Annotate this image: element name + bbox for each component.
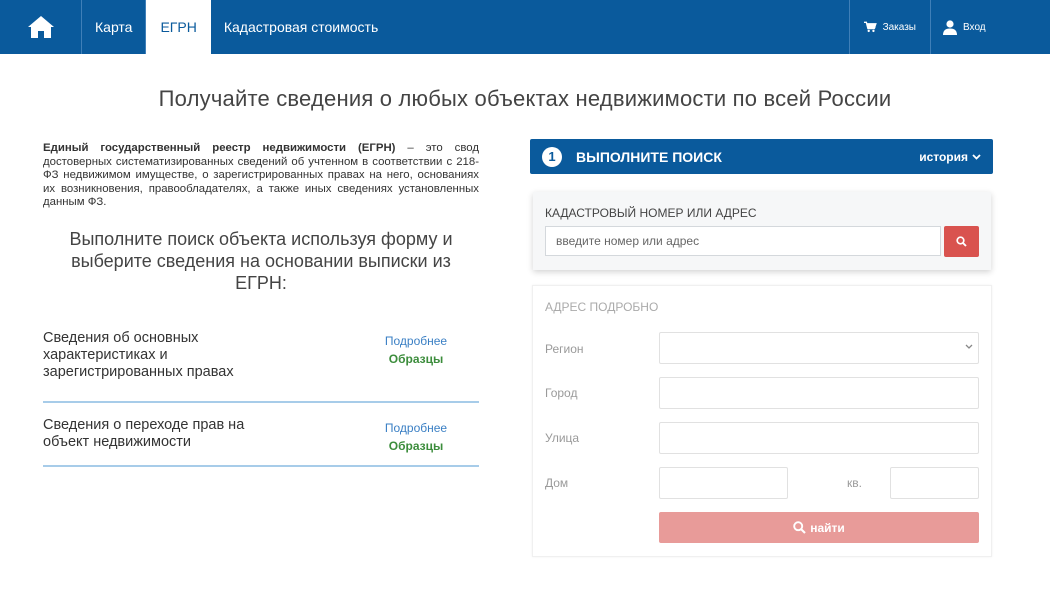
samples-link[interactable]: Образцы bbox=[370, 437, 462, 455]
search-card: Кадастровый номер или адрес bbox=[533, 192, 991, 270]
city-input[interactable] bbox=[659, 377, 979, 409]
find-label: найти bbox=[810, 520, 845, 535]
chevron-down-icon bbox=[972, 153, 981, 160]
search-icon bbox=[793, 521, 806, 534]
address-title: Адрес подробно bbox=[545, 300, 659, 314]
search-icon bbox=[956, 236, 967, 247]
step-number-badge: 1 bbox=[542, 146, 562, 167]
street-input[interactable] bbox=[659, 422, 979, 454]
region-label: Регион bbox=[545, 342, 584, 356]
search-button[interactable] bbox=[944, 226, 979, 257]
more-link[interactable]: Подробнее bbox=[370, 419, 462, 437]
nav-home[interactable] bbox=[0, 0, 82, 54]
chevron-down-icon bbox=[965, 344, 973, 349]
address-card: Адрес подробно Регион Город Улица Дом кв… bbox=[532, 285, 992, 557]
home-icon bbox=[27, 16, 54, 38]
region-select[interactable] bbox=[659, 332, 979, 364]
apartment-label: кв. bbox=[847, 476, 862, 490]
service-name: Сведения о переходе прав на объект недви… bbox=[43, 416, 245, 450]
user-icon bbox=[943, 19, 957, 35]
history-label: история bbox=[919, 149, 968, 164]
step-title: Выполните поиск bbox=[576, 148, 722, 165]
city-label: Город bbox=[545, 386, 578, 400]
service-links: Подробнее Образцы bbox=[370, 419, 462, 455]
orders-label: Заказы bbox=[882, 21, 916, 33]
search-row bbox=[545, 226, 979, 257]
nav-item-cadastral-value[interactable]: Кадастровая стоимость bbox=[211, 0, 391, 54]
login-button[interactable]: Вход bbox=[930, 0, 1050, 54]
orders-button[interactable]: Заказы bbox=[849, 0, 930, 54]
login-label: Вход bbox=[963, 21, 986, 33]
cart-icon bbox=[864, 21, 877, 33]
history-toggle[interactable]: история bbox=[919, 150, 981, 164]
nav-item-egrn[interactable]: ЕГРН bbox=[146, 0, 211, 54]
page-title: Получайте сведения о любых объектах недв… bbox=[158, 86, 892, 111]
service-name: Сведения об основных характеристиках и з… bbox=[43, 329, 234, 380]
more-link[interactable]: Подробнее bbox=[370, 332, 462, 350]
find-button[interactable]: найти bbox=[659, 512, 979, 543]
subheading: Выполните поиск объекта используя форму … bbox=[69, 228, 453, 293]
intro-text: Единый государственный реестр недвижимос… bbox=[43, 142, 479, 210]
search-label: Кадастровый номер или адрес bbox=[545, 206, 757, 220]
step-header: 1 Выполните поиск история bbox=[530, 139, 993, 174]
house-label: Дом bbox=[545, 476, 569, 490]
top-navbar: Карта ЕГРН Кадастровая стоимость Заказы … bbox=[0, 0, 1050, 54]
search-input[interactable] bbox=[545, 226, 941, 256]
intro-bold: Единый государственный реестр недвижимос… bbox=[43, 142, 396, 154]
street-label: Улица bbox=[545, 431, 580, 445]
nav-item-map[interactable]: Карта bbox=[82, 0, 147, 54]
left-column: Единый государственный реестр недвижимос… bbox=[43, 142, 479, 467]
service-item: Сведения о переходе прав на объект недви… bbox=[43, 417, 479, 467]
samples-link[interactable]: Образцы bbox=[370, 350, 462, 368]
service-item: Сведения об основных характеристиках и з… bbox=[43, 330, 479, 403]
house-input[interactable] bbox=[659, 467, 788, 499]
service-links: Подробнее Образцы bbox=[370, 332, 462, 368]
apartment-input[interactable] bbox=[890, 467, 979, 499]
